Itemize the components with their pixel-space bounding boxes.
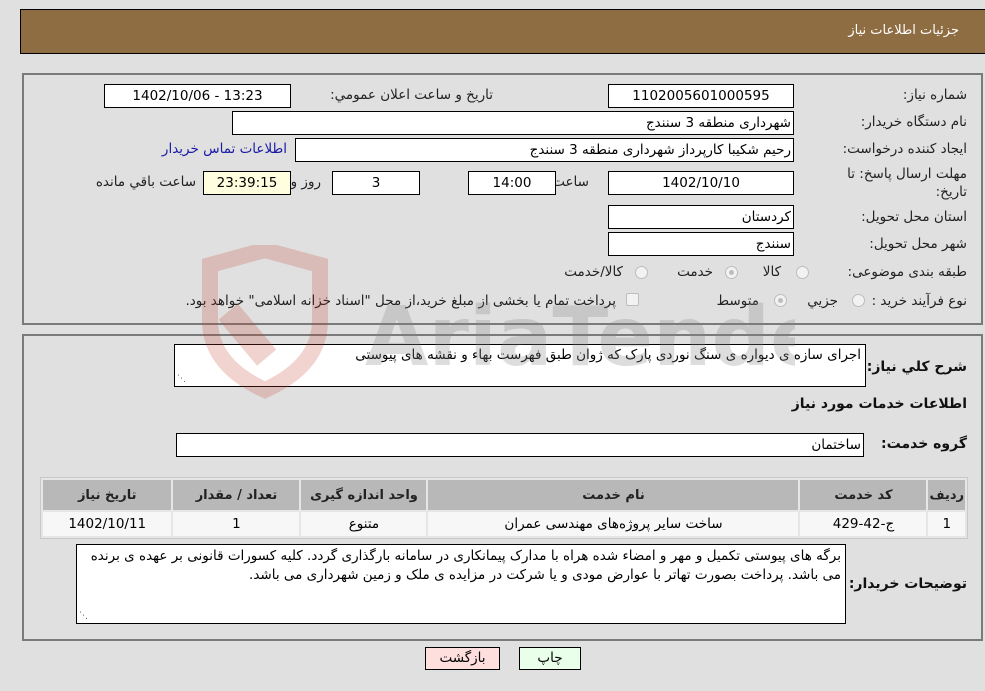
- page-header: جزئیات اطلاعات نیاز: [20, 9, 985, 54]
- buyer-contact-link[interactable]: اطلاعات تماس خریدار: [162, 141, 287, 157]
- category-goods-service-label: کالا/خدمت: [564, 264, 623, 280]
- service-group-field: ساختمان: [176, 433, 864, 457]
- requester-field: رحیم شکیبا کارپرداز شهرداری منطقه 3 سنند…: [295, 138, 794, 162]
- province-field: کردستان: [608, 205, 794, 229]
- need-number-field: 1102005601000595: [608, 84, 794, 108]
- back-button[interactable]: بازگشت: [425, 647, 500, 670]
- category-label: طبقه بندی موضوعی:: [847, 264, 967, 280]
- cell-unit: متنوع: [301, 512, 427, 536]
- resize-grip-icon[interactable]: ⋰: [79, 612, 88, 621]
- resize-grip-icon[interactable]: ⋰: [177, 375, 186, 384]
- process-minor-label: جزيي: [807, 293, 838, 309]
- table-row: 1 ج-42-429 ساخت سایر پروژه‌های مهندسی عم…: [43, 512, 965, 536]
- buyer-org-field: شهرداری منطقه 3 سنندج: [232, 111, 794, 135]
- cell-quantity: 1: [173, 512, 300, 536]
- col-service-code: کد خدمت: [800, 480, 927, 510]
- col-unit: واحد اندازه گیری: [301, 480, 427, 510]
- cell-row: 1: [928, 512, 965, 536]
- services-heading: اطلاعات خدمات مورد نیاز: [791, 396, 967, 412]
- cell-service-code: ج-42-429: [800, 512, 927, 536]
- services-table: ردیف کد خدمت نام خدمت واحد اندازه گیری ت…: [40, 477, 968, 539]
- category-goods-label: کالا: [762, 264, 781, 280]
- treasury-checkbox[interactable]: [626, 293, 639, 306]
- buyer-notes-textarea[interactable]: برگه های پیوستی تکمیل و مهر و امضاء شده …: [76, 544, 846, 624]
- category-radio-goods-service[interactable]: [635, 266, 648, 279]
- treasury-note: پرداخت تمام یا بخشی از مبلغ خرید،از محل …: [185, 293, 616, 309]
- col-need-date: تاریخ نیاز: [43, 480, 172, 510]
- deadline-time-field: 14:00: [468, 171, 556, 195]
- category-radio-service[interactable]: [725, 266, 738, 279]
- col-service-name: نام خدمت: [428, 480, 799, 510]
- service-group-label: گروه خدمت:: [881, 436, 967, 452]
- need-details-panel: شرح کلي نیاز: اجرای سازه ی دیواره ی سنگ …: [22, 334, 983, 641]
- deadline-label: مهلت ارسال پاسخ: تا تاریخ:: [847, 166, 967, 200]
- cell-service-name: ساخت سایر پروژه‌های مهندسی عمران: [428, 512, 799, 536]
- announce-field: 1402/10/06 - 13:23: [104, 84, 291, 108]
- page-title: جزئیات اطلاعات نیاز: [848, 23, 959, 38]
- deadline-date-field: 1402/10/10: [608, 171, 794, 195]
- buyer-notes-label: توضیحات خریدار:: [848, 576, 967, 592]
- announce-label: تاریخ و ساعت اعلان عمومي:: [330, 87, 493, 103]
- col-row: ردیف: [928, 480, 965, 510]
- cell-need-date: 1402/10/11: [43, 512, 172, 536]
- category-service-label: خدمت: [677, 264, 713, 280]
- requester-label: ایجاد کننده درخواست:: [842, 141, 967, 157]
- summary-textarea[interactable]: اجرای سازه ی دیواره ی سنگ نوردی پارک که …: [174, 344, 866, 387]
- need-info-panel: شماره نیاز: 1102005601000595 تاریخ و ساع…: [22, 73, 983, 325]
- table-header-row: ردیف کد خدمت نام خدمت واحد اندازه گیری ت…: [43, 480, 965, 510]
- summary-text: اجرای سازه ی دیواره ی سنگ نوردی پارک که …: [355, 347, 861, 363]
- process-radio-medium[interactable]: [774, 294, 787, 307]
- process-label: نوع فرآیند خرید :: [871, 293, 967, 309]
- deadline-time-label: ساعت: [552, 174, 589, 190]
- days-remaining-field: 3: [332, 171, 420, 195]
- need-number-label: شماره نیاز:: [902, 87, 967, 103]
- process-radio-minor[interactable]: [852, 294, 865, 307]
- buyer-org-label: نام دستگاه خریدار:: [860, 114, 967, 130]
- days-label: روز و: [290, 174, 321, 190]
- province-label: استان محل تحویل:: [861, 209, 967, 225]
- city-label: شهر محل تحویل:: [869, 236, 967, 252]
- city-field: سنندج: [608, 232, 794, 256]
- process-medium-label: متوسط: [716, 293, 759, 309]
- summary-label: شرح کلي نیاز:: [866, 359, 967, 375]
- time-remaining-label: ساعت باقي مانده: [95, 174, 196, 190]
- print-button[interactable]: چاپ: [519, 647, 581, 670]
- buyer-notes-text: برگه های پیوستی تکمیل و مهر و امضاء شده …: [90, 548, 841, 583]
- time-remaining-field: 23:39:15: [203, 171, 291, 195]
- category-radio-goods[interactable]: [796, 266, 809, 279]
- col-quantity: تعداد / مقدار: [173, 480, 300, 510]
